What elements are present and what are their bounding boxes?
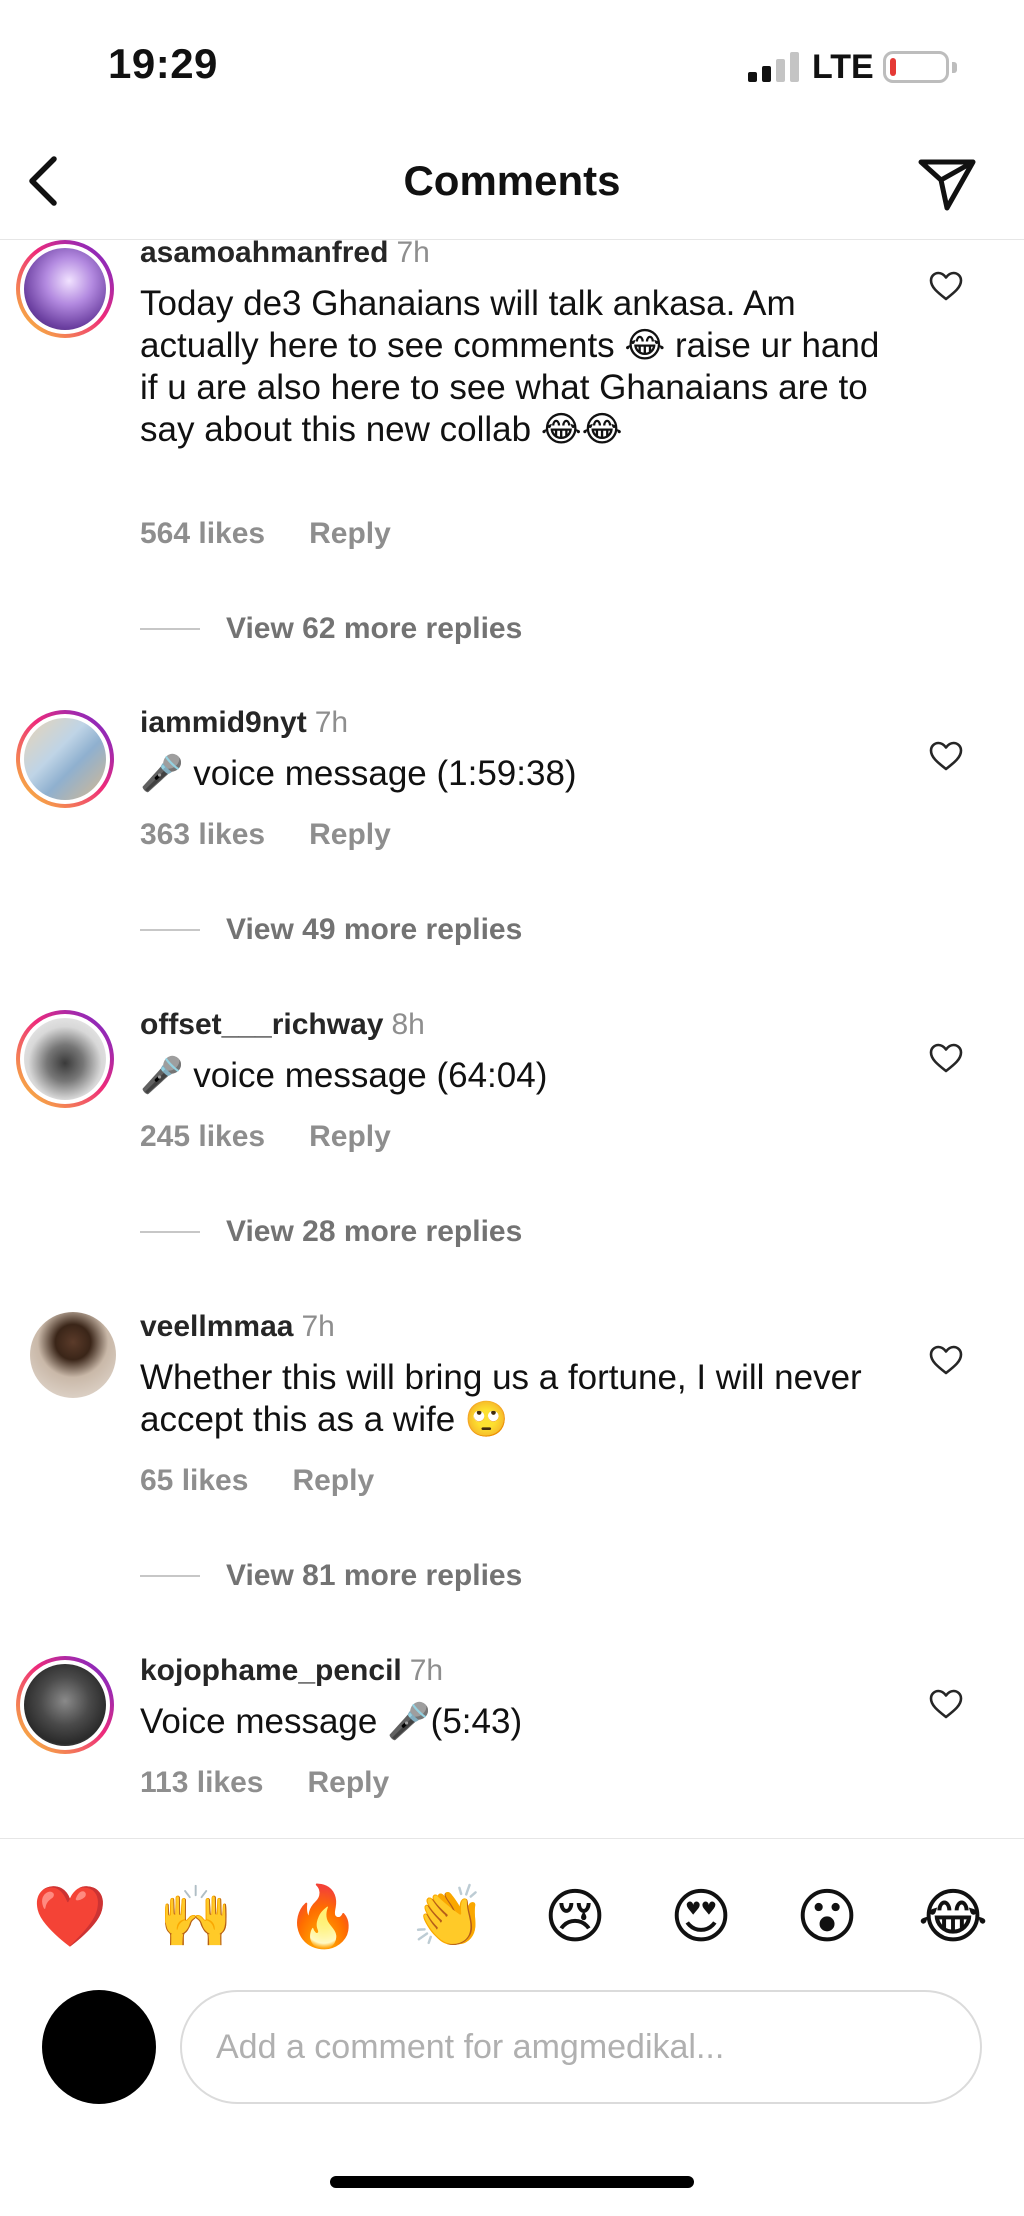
- like-button[interactable]: [924, 1682, 968, 1726]
- reaction-crying-emoji[interactable]: 😢: [537, 1879, 613, 1955]
- comment-time: 7h: [301, 1310, 335, 1343]
- avatar: [24, 718, 106, 800]
- status-bar: 19:29 LTE: [0, 0, 1024, 135]
- comment-username-row: asamoahmanfred 7h: [140, 236, 430, 270]
- comment-username[interactable]: kojophame_pencil: [140, 1654, 402, 1687]
- heart-outline-icon: [929, 1043, 963, 1073]
- avatar-story-ring[interactable]: [16, 1656, 114, 1754]
- comment-composer: [0, 1978, 1024, 2118]
- comment-text: Voice message 🎤(5:43): [140, 1702, 523, 1741]
- reply-button[interactable]: Reply: [309, 517, 391, 550]
- battery-tip: [952, 62, 957, 73]
- reply-button[interactable]: Reply: [307, 1766, 389, 1799]
- comment-meta: 363 likes Reply: [140, 818, 391, 852]
- comment-likes[interactable]: 113 likes: [140, 1766, 263, 1799]
- comment-username[interactable]: veellmmaa: [140, 1310, 293, 1343]
- comment-meta: 564 likes Reply: [140, 517, 391, 551]
- reaction-surprised-emoji[interactable]: 😮: [789, 1879, 865, 1955]
- paper-plane-icon: [918, 159, 976, 211]
- avatar: [30, 1312, 116, 1398]
- comment-meta: 245 likes Reply: [140, 1120, 391, 1154]
- reaction-heart-emoji[interactable]: ❤️: [32, 1879, 108, 1955]
- replies-divider-line: [140, 1575, 200, 1577]
- reaction-laughing-emoji[interactable]: 😂: [915, 1879, 991, 1955]
- my-avatar[interactable]: [42, 1990, 156, 2104]
- comment-time: 8h: [391, 1008, 425, 1041]
- like-button[interactable]: [924, 1338, 968, 1382]
- avatar-story-ring[interactable]: [16, 1010, 114, 1108]
- view-replies-button[interactable]: View 81 more replies: [140, 1559, 522, 1593]
- reaction-clap-emoji[interactable]: 👏: [411, 1879, 487, 1955]
- view-replies-label: View 62 more replies: [226, 612, 523, 645]
- reaction-raised-hands-emoji[interactable]: 🙌: [158, 1879, 234, 1955]
- comment-meta: 65 likes Reply: [140, 1464, 374, 1498]
- comment-text: 🎤 voice message (64:04): [140, 1056, 548, 1095]
- page-title: Comments: [403, 157, 621, 204]
- view-replies-label: View 49 more replies: [226, 913, 523, 946]
- view-replies-button[interactable]: View 62 more replies: [140, 612, 522, 646]
- view-replies-button[interactable]: View 49 more replies: [140, 913, 522, 947]
- comment-likes[interactable]: 564 likes: [140, 517, 265, 550]
- view-replies-label: View 81 more replies: [226, 1559, 523, 1592]
- comment-text: Today de3 Ghanaians will talk ankasa. Am…: [140, 284, 880, 449]
- comment-text: Whether this will bring us a fortune, I …: [140, 1358, 862, 1439]
- quick-reactions-bar: ❤️ 🙌 🔥 👏 😢 😍 😮 😂: [0, 1838, 1024, 1978]
- share-button[interactable]: [912, 149, 982, 219]
- avatar: [24, 1018, 106, 1100]
- view-replies-label: View 28 more replies: [226, 1215, 523, 1248]
- header: Comments: [0, 135, 1024, 240]
- avatar-story-ring[interactable]: [16, 710, 114, 808]
- comment-username[interactable]: asamoahmanfred: [140, 236, 388, 269]
- network-type: LTE: [812, 48, 874, 86]
- comment-username[interactable]: offset___richway: [140, 1008, 383, 1041]
- battery-level: [890, 58, 896, 76]
- replies-divider-line: [140, 1231, 200, 1233]
- comment-time: 7h: [396, 236, 430, 269]
- comment-likes[interactable]: 363 likes: [140, 818, 265, 851]
- avatar-ring[interactable]: [30, 1312, 116, 1398]
- replies-divider-line: [140, 628, 200, 630]
- home-indicator[interactable]: [330, 2176, 694, 2188]
- heart-outline-icon: [929, 1689, 963, 1719]
- like-button[interactable]: [924, 1036, 968, 1080]
- status-time: 19:29: [108, 40, 218, 87]
- battery-icon: [883, 51, 949, 83]
- replies-divider-line: [140, 929, 200, 931]
- comment-time: 7h: [409, 1654, 444, 1687]
- comment-meta: 113 likes Reply: [140, 1766, 389, 1800]
- comment-likes[interactable]: 245 likes: [140, 1120, 265, 1153]
- heart-outline-icon: [929, 271, 963, 301]
- comment-username-row: offset___richway 8h: [140, 1008, 425, 1042]
- reply-button[interactable]: Reply: [309, 1120, 391, 1153]
- signal-bars-icon: [748, 52, 800, 82]
- comment-time: 7h: [314, 706, 349, 739]
- comment-input[interactable]: [180, 1990, 982, 2104]
- view-replies-button[interactable]: View 28 more replies: [140, 1215, 522, 1249]
- reply-button[interactable]: Reply: [292, 1464, 374, 1497]
- avatar-story-ring[interactable]: [16, 240, 114, 338]
- avatar: [24, 1664, 106, 1746]
- like-button[interactable]: [924, 734, 968, 778]
- comment-username-row: iammid9nyt 7h: [140, 706, 348, 740]
- like-button[interactable]: [924, 264, 968, 308]
- reaction-fire-emoji[interactable]: 🔥: [285, 1879, 361, 1955]
- comment-username[interactable]: iammid9nyt: [140, 706, 307, 739]
- comment-likes[interactable]: 65 likes: [140, 1464, 248, 1497]
- heart-outline-icon: [929, 1345, 963, 1375]
- reaction-heart-eyes-emoji[interactable]: 😍: [663, 1879, 739, 1955]
- comment-username-row: kojophame_pencil 7h: [140, 1654, 443, 1688]
- avatar: [24, 248, 106, 330]
- comment-username-row: veellmmaa 7h: [140, 1310, 335, 1344]
- reply-button[interactable]: Reply: [309, 818, 391, 851]
- comment-text: 🎤 voice message (1:59:38): [140, 754, 577, 793]
- comments-screen: 19:29 LTE Comments asamoahmanfred 7h Tod…: [0, 0, 1024, 2216]
- heart-outline-icon: [929, 741, 963, 771]
